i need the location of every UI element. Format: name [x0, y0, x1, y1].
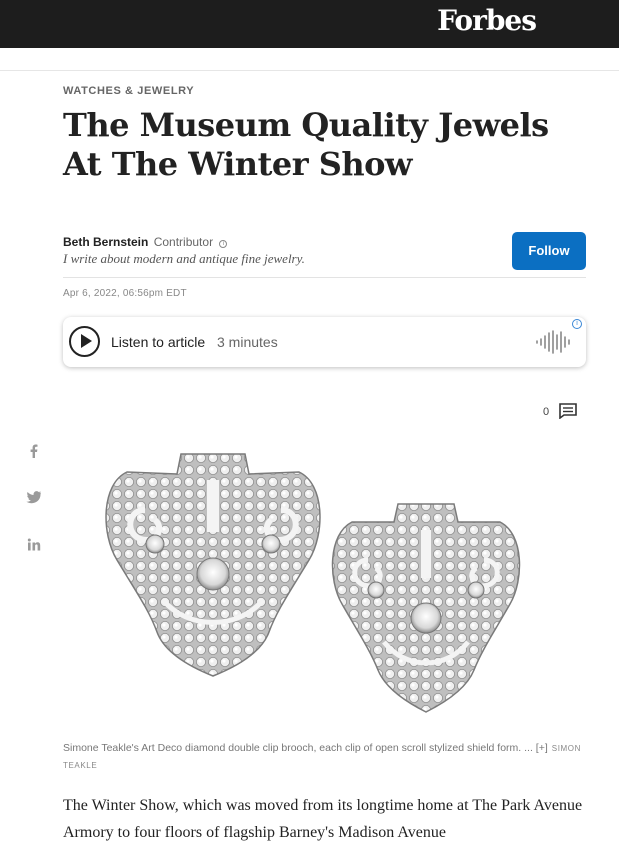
article-hero-image[interactable]: [63, 440, 586, 732]
author-bio: I write about modern and antique fine je…: [63, 251, 305, 266]
diamond-brooch-image: [105, 453, 521, 713]
comment-count[interactable]: 0: [543, 406, 549, 418]
publish-date: Apr 6, 2022, 06:56pm EDT: [63, 288, 187, 299]
author-name[interactable]: Beth Bernstein: [63, 235, 148, 249]
facebook-icon[interactable]: [26, 443, 42, 459]
article-body-paragraph: The Winter Show, which was moved from it…: [63, 797, 583, 841]
info-icon[interactable]: i: [219, 240, 228, 248]
author-byline: Beth Bernstein Contributor i: [63, 235, 228, 249]
listen-to-article-card[interactable]: Listen to article 3 minutes i: [63, 317, 586, 367]
article-headline: The Museum Quality Jewels At The Winter …: [63, 106, 549, 183]
section-label[interactable]: WATCHES & JEWELRY: [63, 85, 194, 97]
sub-navigation-bar: [0, 48, 619, 71]
right-brooch: [331, 503, 521, 713]
caption-text[interactable]: Simone Teakle's Art Deco diamond double …: [63, 742, 548, 754]
byline-divider: [63, 277, 586, 278]
card-info-icon[interactable]: i: [572, 319, 582, 329]
comment-icon[interactable]: [559, 403, 577, 419]
listen-label: Listen to article: [111, 334, 206, 350]
top-navigation-bar: Forbes: [0, 0, 619, 48]
listen-duration: 3 minutes: [217, 334, 278, 350]
image-caption: Simone Teakle's Art Deco diamond double …: [63, 740, 583, 774]
author-role: Contributor: [153, 235, 214, 249]
forbes-logo[interactable]: Forbes: [437, 4, 537, 37]
play-icon[interactable]: [69, 326, 100, 357]
follow-button[interactable]: Follow: [512, 232, 586, 270]
twitter-icon[interactable]: [26, 489, 42, 505]
left-brooch: [105, 453, 321, 677]
linkedin-icon[interactable]: [26, 537, 42, 553]
audio-waveform-icon: [536, 330, 570, 354]
